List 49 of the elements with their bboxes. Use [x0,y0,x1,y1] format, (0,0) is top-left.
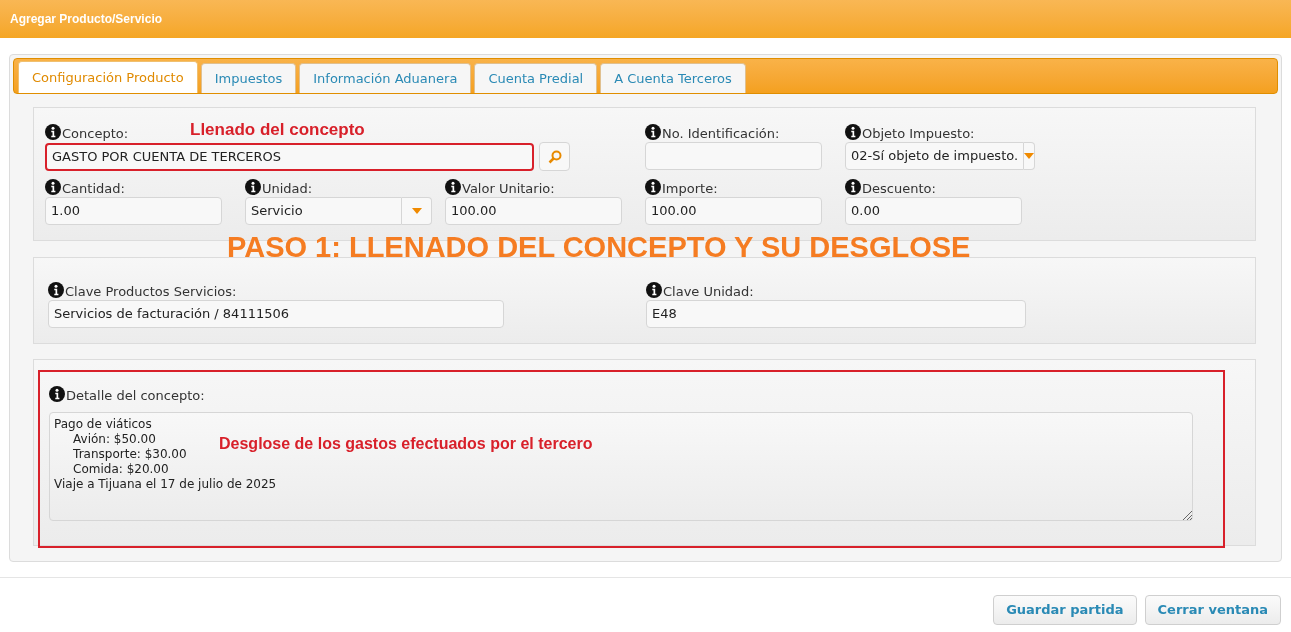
field-label: Importe: [662,182,718,195]
input-field[interactable]: E48 [646,300,1026,328]
info-icon [645,124,661,140]
info-icon [445,179,461,195]
tab[interactable]: Información Aduanera [299,63,472,93]
info-icon [45,179,61,195]
field-label: Clave Productos Servicios: [65,285,237,298]
info-icon [845,179,861,195]
info-icon [845,124,861,140]
footer-button[interactable]: Guardar partida [993,595,1137,625]
field-label: Valor Unitario: [462,182,555,195]
field-label: Cantidad: [62,182,125,195]
input-field[interactable] [645,142,822,170]
input-field[interactable]: 1.00 [45,197,222,225]
footer-button[interactable]: Cerrar ventana [1144,595,1281,625]
info-icon [48,282,64,298]
field-label: Objeto Impuesto: [862,127,975,140]
field-label: Clave Unidad: [663,285,754,298]
input-field[interactable]: Servicios de facturación / 84111506 [48,300,504,328]
step-title: PASO 1: LLENADO DEL CONCEPTO Y SU DESGLOSE [227,233,971,262]
input-field[interactable]: 100.00 [645,197,822,225]
caret-icon [1024,153,1035,159]
resize-handle-icon [1181,509,1193,521]
concept-field[interactable]: GASTO POR CUENTA DE TERCEROS [45,142,534,171]
info-icon [646,282,662,298]
dropdown-button[interactable] [402,197,432,225]
info-icon [645,179,661,195]
window-title: Agregar Producto/Servicio [10,11,163,28]
select-field[interactable]: Servicio [245,197,402,225]
dropdown-button[interactable] [1024,142,1036,170]
annotation-text: Llenado del concepto [190,119,365,141]
tab[interactable]: Impuestos [200,63,297,93]
info-icon [245,179,261,195]
caret-icon [411,208,422,214]
tab[interactable]: Cuenta Predial [474,63,598,93]
field-label: Concepto: [62,127,129,140]
search-button[interactable] [539,142,570,171]
select-field[interactable]: 02-Sí objeto de impuesto. [845,142,1025,170]
info-icon [49,386,65,402]
search-icon [547,149,562,164]
input-field[interactable]: 0.00 [845,197,1022,225]
field-label: Descuento: [862,182,936,195]
field-label: Detalle del concepto: [66,389,205,402]
field-label: Unidad: [262,182,313,195]
input-field[interactable]: 100.00 [445,197,622,225]
tab[interactable]: A Cuenta Terceros [600,63,746,93]
field-label: No. Identificación: [662,127,780,140]
info-icon [45,124,61,140]
annotation-text: Desglose de los gastos efectuados por el tercero [219,434,593,454]
